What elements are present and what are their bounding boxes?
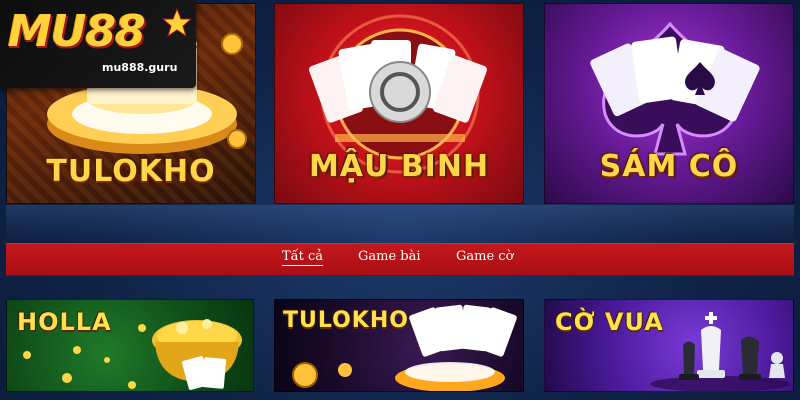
game-title: CỜ VUA — [555, 308, 664, 336]
logo-text: MU88 — [8, 6, 146, 57]
logo-url: mu888.guru — [102, 61, 178, 74]
card-reflection — [6, 205, 794, 241]
tab-board-games[interactable]: Game cờ — [456, 249, 513, 264]
game-title: SÁM CÔ — [599, 149, 739, 184]
site-logo[interactable]: MU88 mu888.guru — [0, 0, 196, 88]
category-tab-bar: Tất cả Game bài Game cờ — [6, 243, 794, 276]
game-title: TULOKHO — [283, 308, 409, 333]
game-card-holla[interactable]: HOLLA — [6, 299, 254, 392]
game-card-tulokho-2[interactable]: TULOKHO — [274, 299, 524, 392]
game-card-sam-co[interactable]: SÁM CÔ — [544, 3, 794, 204]
tab-card-games[interactable]: Game bài — [358, 249, 421, 264]
star-icon — [162, 8, 192, 38]
game-card-co-vua[interactable]: CỜ VUA — [544, 299, 794, 392]
tab-all[interactable]: Tất cả — [282, 249, 324, 266]
game-title: MẬU BINH — [308, 149, 490, 184]
game-title: HOLLA — [17, 308, 112, 336]
game-title: TULOKHO — [46, 154, 216, 189]
game-card-mau-binh[interactable]: MẬU BINH — [274, 3, 524, 204]
